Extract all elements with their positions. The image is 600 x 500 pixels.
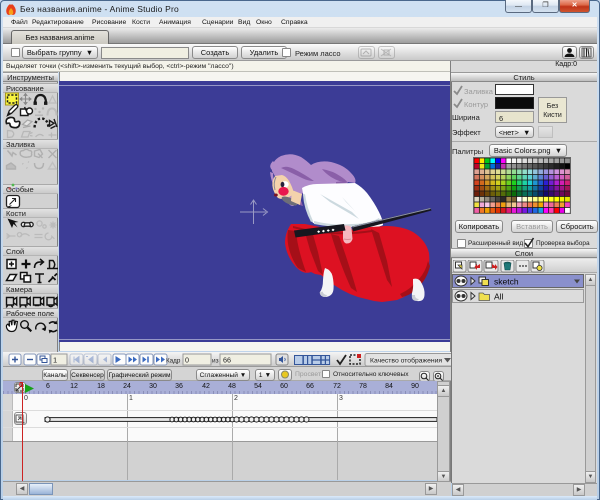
svg-text:All: All [494, 292, 504, 302]
svg-text:0: 0 [185, 356, 189, 365]
svg-text:sketch: sketch [494, 277, 519, 287]
svg-text:Качество отображения: Качество отображения [370, 357, 442, 365]
svg-text:66: 66 [223, 356, 231, 365]
svg-text:из: из [212, 358, 219, 365]
svg-text:1: 1 [53, 356, 57, 365]
svg-text:Кадр: Кадр [166, 358, 181, 365]
